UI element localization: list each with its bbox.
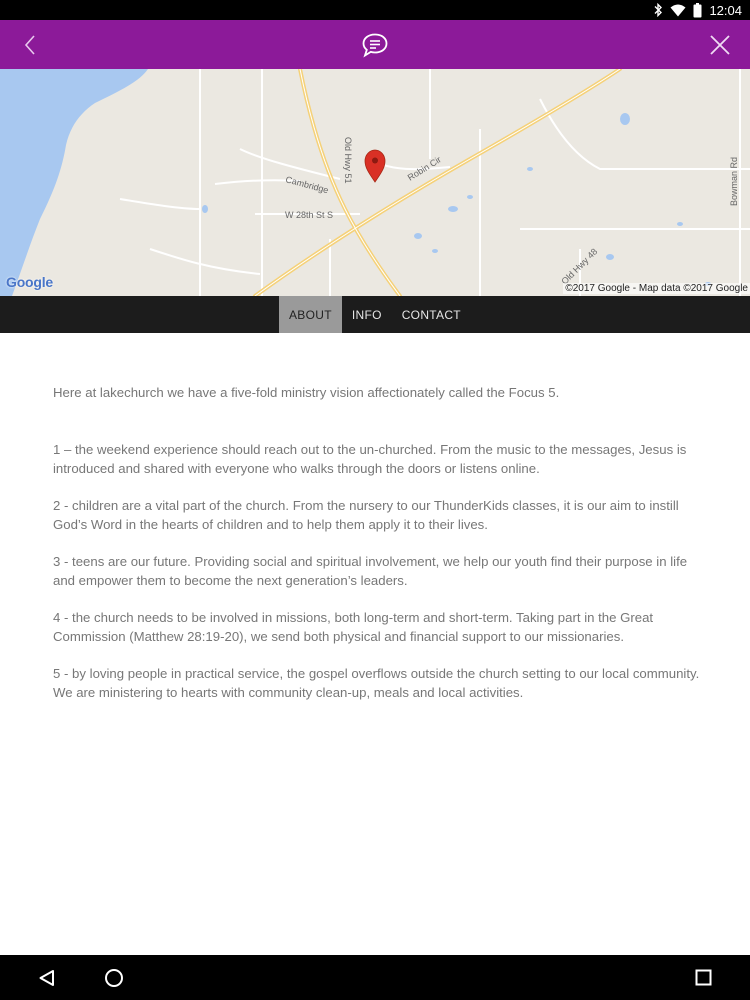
map-canvas[interactable]: Old Hwy 51 Robin Cir Cambridge W 28th St… [0,69,750,296]
tab-group: ABOUT INFO CONTACT [279,296,471,333]
street-label: Bowman Rd [729,157,739,206]
back-chevron-icon [24,34,35,55]
focus-paragraph: 4 - the church needs to be involved in m… [53,610,654,644]
focus-paragraph: 1 – the weekend experience should reach … [53,442,687,476]
status-bar: 12:04 [0,0,750,20]
map-attribution[interactable]: ©2017 Google - Map data ©2017 Google [563,283,750,294]
nav-home-icon [105,968,123,987]
chat-bubble-icon [362,33,388,58]
tab-contact[interactable]: CONTACT [392,296,471,333]
intro-paragraph: Here at lakechurch we have a five-fold m… [53,385,560,400]
focus-paragraph: 5 - by loving people in practical servic… [53,666,700,700]
nav-recents-icon [695,969,711,986]
street-label: Old Hwy 51 [343,137,353,184]
tab-about[interactable]: ABOUT [279,296,342,333]
status-icons: 12:04 [653,2,742,18]
nav-home-button[interactable] [84,955,144,1000]
google-logo[interactable]: Google [6,274,53,290]
bluetooth-icon [654,3,663,17]
nav-recents-button[interactable] [673,955,733,1000]
tab-bar: ABOUT INFO CONTACT [0,296,750,333]
focus-paragraph: 3 - teens are our future. Providing soci… [53,554,688,588]
nav-back-button[interactable] [17,955,77,1000]
navigation-bar [0,955,750,1000]
focus-paragraph: 2 - children are a vital part of the chu… [53,498,679,532]
status-time: 12:04 [709,2,742,18]
location-pin-icon[interactable] [364,149,386,183]
map[interactable]: Old Hwy 51 Robin Cir Cambridge W 28th St… [0,69,750,296]
close-button[interactable] [692,20,748,69]
app-bar [0,20,750,69]
back-button[interactable] [2,20,58,69]
tab-info[interactable]: INFO [342,296,392,333]
street-label: W 28th St S [285,210,333,220]
battery-icon [693,2,702,17]
street-label: Cambridge [284,174,329,195]
nav-back-icon [39,969,54,986]
lake [0,69,148,296]
about-content: Here at lakechurch we have a five-fold m… [53,383,703,720]
wifi-icon [670,4,686,16]
close-icon [710,34,730,55]
chat-button[interactable] [347,20,403,69]
